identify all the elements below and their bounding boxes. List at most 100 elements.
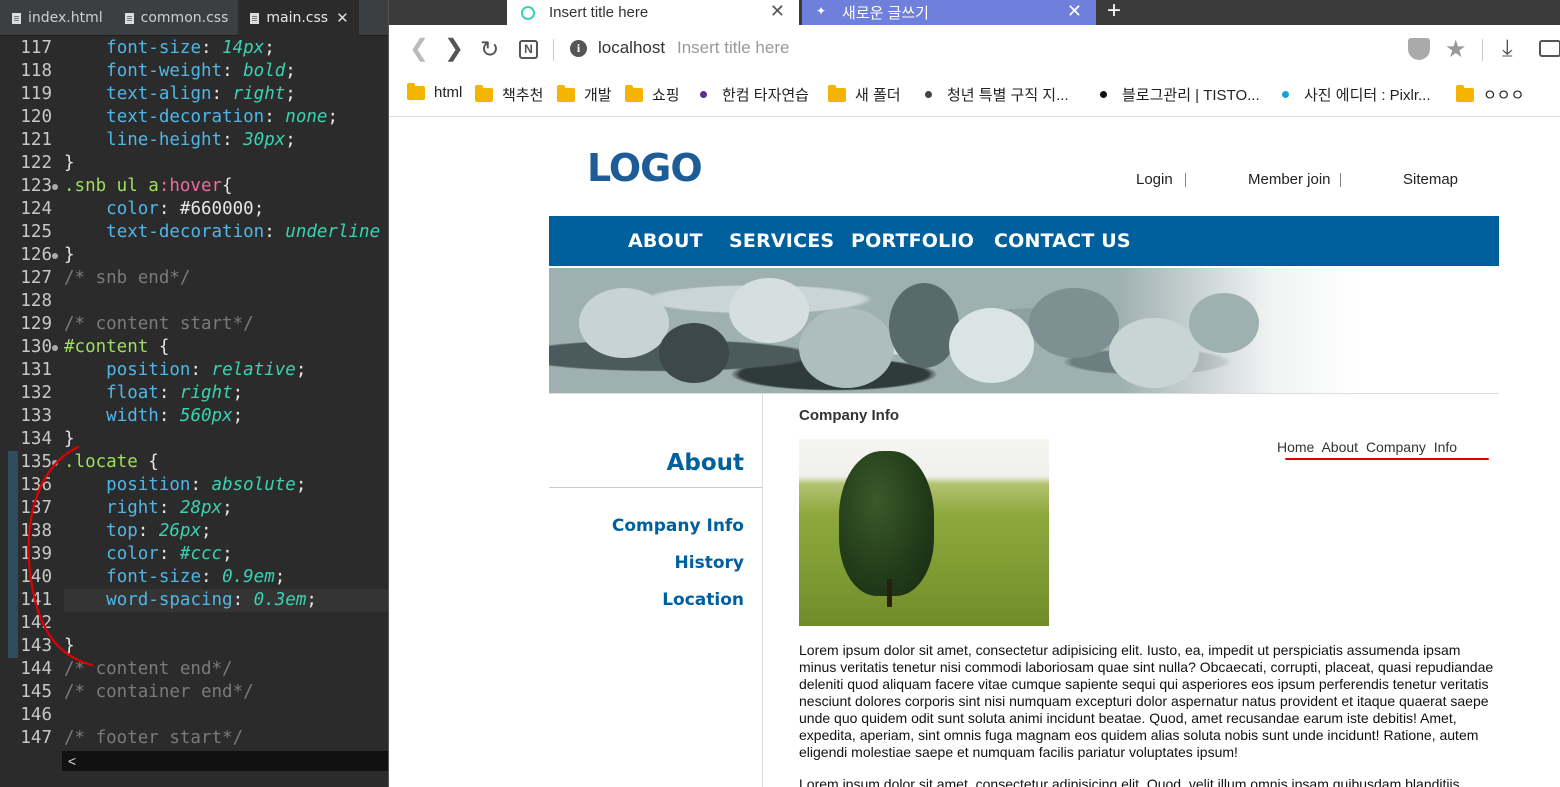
- close-tab-icon[interactable]: ✕: [770, 1, 785, 22]
- bookmark-star-icon[interactable]: ★: [1445, 35, 1467, 64]
- member-join-link[interactable]: Member join: [1248, 171, 1331, 188]
- editor-tab-index-html[interactable]: index.html: [0, 0, 113, 36]
- browser-tab-new-post[interactable]: 새로운 글쓰기 ✕: [802, 0, 1096, 25]
- bookmark-item[interactable]: 한컴 타자연습: [700, 84, 809, 105]
- site-info-icon[interactable]: i: [570, 40, 587, 57]
- code-line[interactable]: 140 font-size: 0.9em;: [0, 566, 388, 589]
- bookmark-item[interactable]: ㅇㅇㅇ: [1456, 84, 1524, 105]
- code-line[interactable]: 141 word-spacing: 0.3em;: [0, 589, 388, 612]
- code-line[interactable]: 137 right: 28px;: [0, 497, 388, 520]
- code-line[interactable]: 139 color: #ccc;: [0, 543, 388, 566]
- sitemap-link[interactable]: Sitemap: [1403, 171, 1458, 188]
- hero-image-rocks: [549, 268, 1499, 393]
- address-bar-page-title[interactable]: Insert title here: [677, 38, 789, 58]
- code-line[interactable]: 128: [0, 290, 388, 313]
- browser-toolbar: ❮ ❯ ↻ N i localhost Insert title here ★ …: [389, 25, 1560, 73]
- site-logo[interactable]: LOGO: [587, 146, 703, 190]
- horizontal-scrollbar[interactable]: <: [62, 751, 388, 771]
- line-number: 140: [20, 567, 52, 587]
- code-text: /* snb end*/: [64, 268, 191, 288]
- code-line[interactable]: 130 #content {: [0, 336, 388, 359]
- code-line[interactable]: 133 width: 560px;: [0, 405, 388, 428]
- code-text: }: [64, 153, 75, 173]
- code-line[interactable]: 135 .locate {: [0, 451, 388, 474]
- sidebar-item-location[interactable]: Location: [549, 590, 744, 610]
- nav-portfolio[interactable]: PORTFOLIO: [851, 230, 974, 252]
- fold-marker-icon[interactable]: [52, 345, 58, 351]
- line-number: 131: [20, 360, 52, 380]
- code-line[interactable]: 120 text-decoration: none;: [0, 106, 388, 129]
- line-number: 133: [20, 406, 52, 426]
- code-line[interactable]: 138 top: 26px;: [0, 520, 388, 543]
- code-line[interactable]: 122}: [0, 152, 388, 175]
- line-number: 122: [20, 153, 52, 173]
- shield-icon[interactable]: [1408, 38, 1430, 60]
- bookmark-item[interactable]: 쇼핑: [625, 84, 680, 105]
- code-line[interactable]: 142: [0, 612, 388, 635]
- tistory-logo-icon: [816, 4, 828, 19]
- naver-n-icon[interactable]: N: [519, 40, 538, 59]
- line-number: 138: [20, 521, 52, 541]
- editor-tab-label: common.css: [140, 10, 229, 26]
- folder-icon: [828, 84, 846, 102]
- code-line[interactable]: 134}: [0, 428, 388, 451]
- browser-tab-title: 새로운 글쓰기: [842, 5, 929, 22]
- code-line[interactable]: 145 /* container end*/: [0, 681, 388, 704]
- bookmark-item[interactable]: html: [407, 82, 462, 101]
- code-line[interactable]: 118 font-weight: bold;: [0, 60, 388, 83]
- code-line[interactable]: 119 text-align: right;: [0, 83, 388, 106]
- code-area[interactable]: 117 font-size: 14px; 118 font-weight: bol…: [0, 37, 388, 750]
- code-line[interactable]: 143}: [0, 635, 388, 658]
- code-line[interactable]: 144 /* content end*/: [0, 658, 388, 681]
- bookmark-item[interactable]: 청년 특별 구직 지...: [925, 84, 1069, 105]
- new-tab-button[interactable]: +: [1107, 0, 1121, 25]
- fold-marker-icon[interactable]: [52, 460, 58, 466]
- code-line[interactable]: 147 /* footer start*/: [0, 727, 388, 750]
- fold-marker-icon[interactable]: [52, 184, 58, 190]
- bookmark-item[interactable]: 개발: [557, 84, 612, 105]
- close-tab-icon[interactable]: ✕: [1067, 1, 1082, 22]
- login-link[interactable]: Login: [1136, 171, 1173, 188]
- code-line[interactable]: 136 position: absolute;: [0, 474, 388, 497]
- scroll-left-icon[interactable]: <: [68, 753, 76, 769]
- back-arrow-icon[interactable]: ❮: [409, 35, 429, 63]
- code-line[interactable]: 131 position: relative;: [0, 359, 388, 382]
- code-text: }: [64, 245, 75, 265]
- editor-tab-main-css[interactable]: main.css ✕: [238, 0, 359, 36]
- code-line[interactable]: 126}: [0, 244, 388, 267]
- nav-contact-us[interactable]: CONTACT US: [994, 230, 1131, 252]
- sidebar-item-company-info[interactable]: Company Info: [549, 516, 744, 536]
- code-editor[interactable]: index.html common.css main.css ✕ 117 fon…: [0, 0, 389, 787]
- nav-about[interactable]: ABOUT: [628, 230, 703, 252]
- screenshot-camera-icon[interactable]: [1539, 40, 1560, 57]
- browser-window: Insert title here ✕ 새로운 글쓰기 ✕ + ❮ ❯ ↻ N …: [389, 0, 1560, 787]
- bookmark-item[interactable]: 블로그관리 | TISTO...: [1100, 84, 1260, 105]
- bookmark-item[interactable]: 책추천: [475, 84, 543, 105]
- code-text: font-size: 14px;: [106, 38, 275, 58]
- line-number: 129: [20, 314, 52, 334]
- bookmarks-bar: html 책추천 개발 쇼핑 한컴 타자연습 새 폴더 청년 특별 구직 지... 블로그관리…: [389, 73, 1560, 117]
- download-icon[interactable]: ⤓: [1502, 35, 1513, 63]
- code-line[interactable]: 127 /* snb end*/: [0, 267, 388, 290]
- code-text: /* content end*/: [64, 659, 233, 679]
- browser-tab-insert-title[interactable]: Insert title here ✕: [507, 0, 799, 25]
- reload-icon[interactable]: ↻: [480, 35, 499, 63]
- code-line[interactable]: 123 .snb ul a:hover{: [0, 175, 388, 198]
- code-line[interactable]: 125 text-decoration: underline: [0, 221, 388, 244]
- code-line[interactable]: 146: [0, 704, 388, 727]
- editor-tab-common-css[interactable]: common.css: [113, 0, 239, 36]
- code-line[interactable]: 124 color: #660000;: [0, 198, 388, 221]
- bookmark-item[interactable]: 새 폴더: [828, 84, 901, 105]
- code-line[interactable]: 121 line-height: 30px;: [0, 129, 388, 152]
- address-bar-url[interactable]: localhost: [598, 38, 665, 58]
- fold-marker-icon[interactable]: [52, 253, 58, 259]
- code-line[interactable]: 132 float: right;: [0, 382, 388, 405]
- loading-ring-icon: [521, 5, 535, 20]
- close-tab-icon[interactable]: ✕: [336, 9, 349, 27]
- bookmark-item[interactable]: 사진 에디터 : Pixlr...: [1282, 84, 1431, 105]
- code-line[interactable]: 117 font-size: 14px;: [0, 37, 388, 60]
- nav-services[interactable]: SERVICES: [729, 230, 834, 252]
- forward-arrow-icon[interactable]: ❯: [444, 35, 464, 63]
- code-line[interactable]: 129 /* content start*/: [0, 313, 388, 336]
- sidebar-item-history[interactable]: History: [549, 553, 744, 573]
